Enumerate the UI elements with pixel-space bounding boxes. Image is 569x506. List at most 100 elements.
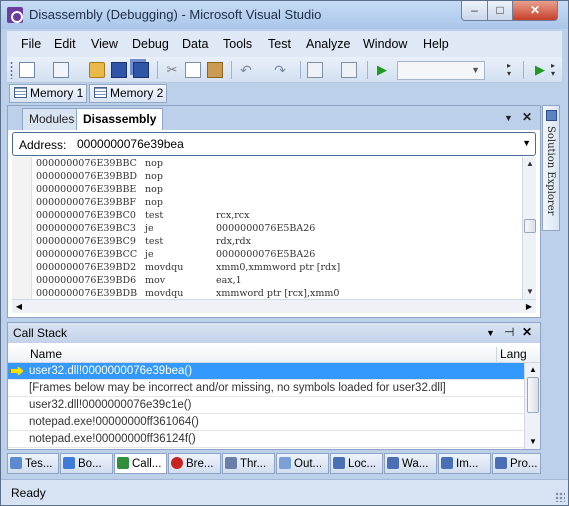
menu-view[interactable]: View	[91, 37, 118, 51]
address-input[interactable]	[73, 135, 518, 153]
toolbar-separator	[231, 61, 232, 79]
toolbar-grip[interactable]	[10, 61, 13, 79]
breakpoint-gutter[interactable]	[12, 157, 32, 299]
paste-icon[interactable]	[207, 62, 223, 78]
disassembly-panel: Modules Disassembly ▼ ✕ Address: ▼ 00000…	[7, 105, 541, 318]
call-stack-panel: Call Stack ▼ ⊣ ✕ Name Lang user32.dll!00…	[7, 322, 541, 450]
new-project-icon[interactable]	[19, 62, 35, 78]
toolbar-separator	[157, 61, 158, 79]
tab-label: Memory 1	[30, 86, 84, 100]
tab-label: Memory 2	[110, 86, 164, 100]
disassembly-code-view[interactable]: 0000000076E39BBC nop 0000000076E39BBD nop …	[12, 157, 522, 299]
threads-icon	[225, 457, 237, 469]
start-icon[interactable]: ▶	[374, 62, 390, 78]
navigate-forward-icon[interactable]	[341, 62, 357, 78]
call-stack-row[interactable]: [Frames below may be incorrect and/or mi…	[8, 380, 524, 397]
tab-threads[interactable]: Thr...	[222, 453, 275, 474]
locals-icon	[333, 457, 345, 469]
maximize-button[interactable]: □	[487, 1, 513, 21]
tab-bookmarks[interactable]: Bo...	[60, 453, 113, 474]
tab-immediate[interactable]: Im...	[438, 453, 491, 474]
tab-disassembly[interactable]: Disassembly	[76, 108, 164, 130]
save-all-icon[interactable]	[133, 62, 149, 78]
menu-file[interactable]: File	[21, 37, 41, 51]
watch-icon	[387, 457, 399, 469]
document-tab-strip: Modules Disassembly ▼ ✕	[8, 106, 540, 130]
scroll-down-icon[interactable]: ▼	[525, 435, 541, 449]
close-document-icon[interactable]: ✕	[522, 110, 532, 124]
undo-icon[interactable]: ↶	[238, 62, 254, 78]
column-header-name[interactable]: Name	[30, 347, 62, 361]
menu-window[interactable]: Window	[363, 37, 407, 51]
tab-properties[interactable]: Pro...	[492, 453, 541, 474]
menu-test[interactable]: Test	[268, 37, 291, 51]
frame-name: notepad.exe!00000000ff36124f()	[29, 433, 196, 445]
menu-analyze[interactable]: Analyze	[306, 37, 350, 51]
bookmarks-icon	[63, 457, 75, 469]
disassembly-vertical-scrollbar[interactable]: ▲ ▼	[522, 157, 536, 299]
menu-help[interactable]: Help	[423, 37, 449, 51]
call-stack-title-bar[interactable]: Call Stack ▼ ⊣ ✕	[8, 323, 540, 343]
menu-data[interactable]: Data	[182, 37, 208, 51]
call-stack-icon	[117, 457, 129, 469]
toolbar-overflow-icon[interactable]: ▸ ▾	[551, 62, 561, 78]
column-header-lang[interactable]: Lang	[496, 347, 527, 364]
scroll-right-icon[interactable]: ▶	[522, 300, 536, 314]
toolbar-separator	[300, 61, 301, 79]
visual-studio-icon	[7, 7, 23, 23]
tab-watch[interactable]: Wa...	[384, 453, 437, 474]
call-stack-row[interactable]: user32.dll!0000000076e39c1e()	[8, 397, 524, 414]
tool-window-tabs: Tes... Bo... Call... Bre... Thr... Out..…	[7, 453, 541, 476]
navigate-back-icon[interactable]	[307, 62, 323, 78]
tab-test-results[interactable]: Tes...	[7, 453, 59, 474]
minimize-button[interactable]: –	[461, 1, 488, 21]
redo-icon[interactable]: ↷	[272, 62, 288, 78]
toolbar-overflow-icon[interactable]: ▸ ▾	[507, 62, 517, 78]
address-label: Address:	[19, 138, 67, 152]
tab-locals[interactable]: Loc...	[330, 453, 383, 474]
call-stack-header: Name Lang	[8, 344, 540, 364]
tab-output[interactable]: Out...	[276, 453, 329, 474]
call-stack-row[interactable]: notepad.exe!00000000ff36124f()	[8, 431, 524, 448]
start-debugging-icon[interactable]: ▶	[532, 62, 548, 78]
open-icon[interactable]	[89, 62, 105, 78]
close-panel-icon[interactable]: ✕	[522, 325, 532, 339]
frame-name: [Frames below may be incorrect and/or mi…	[29, 382, 446, 394]
solution-configuration-combo[interactable]: ▼	[397, 61, 485, 80]
chevron-down-icon[interactable]: ▼	[522, 138, 531, 148]
disassembly-horizontal-scrollbar[interactable]: ◀ ▶	[12, 299, 536, 313]
copy-icon[interactable]	[185, 62, 201, 78]
scroll-up-icon[interactable]: ▲	[525, 363, 541, 377]
frame-name: user32.dll!0000000076e39bea()	[29, 365, 193, 377]
tab-call-stack[interactable]: Call...	[114, 453, 167, 474]
tab-modules[interactable]: Modules	[22, 108, 82, 130]
solution-explorer-icon	[546, 110, 557, 121]
call-stack-scrollbar[interactable]: ▲ ▼	[524, 363, 540, 449]
save-icon[interactable]	[111, 62, 127, 78]
window-title: Disassembly (Debugging) - Microsoft Visu…	[29, 7, 322, 22]
close-button[interactable]: ✕	[512, 1, 558, 21]
menu-debug[interactable]: Debug	[132, 37, 169, 51]
memory-window-tabs: Memory 1 Memory 2	[7, 83, 562, 105]
add-item-icon[interactable]	[53, 62, 69, 78]
scroll-thumb[interactable]	[524, 219, 536, 233]
auto-hide-pin-icon[interactable]: ⊣	[504, 325, 514, 339]
scroll-left-icon[interactable]: ◀	[12, 300, 26, 314]
resize-grip[interactable]	[555, 492, 565, 502]
window-position-dropdown-icon[interactable]: ▼	[486, 328, 495, 338]
solution-explorer-tab[interactable]: Solution Explorer	[542, 105, 560, 231]
cut-icon[interactable]: ✂	[164, 62, 180, 78]
tab-breakpoints[interactable]: Bre...	[168, 453, 221, 474]
scroll-down-icon[interactable]: ▼	[523, 285, 537, 299]
scroll-up-icon[interactable]: ▲	[523, 157, 537, 171]
call-stack-row[interactable]: notepad.exe!00000000ff361064()	[8, 414, 524, 431]
menu-tools[interactable]: Tools	[223, 37, 252, 51]
active-files-dropdown-icon[interactable]: ▼	[504, 113, 513, 123]
scroll-thumb[interactable]	[527, 377, 539, 413]
call-stack-row[interactable]: user32.dll!0000000076e39bea()	[8, 363, 524, 380]
tab-memory-1[interactable]: Memory 1	[9, 84, 88, 103]
menu-edit[interactable]: Edit	[54, 37, 76, 51]
title-bar[interactable]: Disassembly (Debugging) - Microsoft Visu…	[1, 1, 568, 29]
tab-memory-2[interactable]: Memory 2	[89, 84, 168, 103]
solution-explorer-label: Solution Explorer	[545, 126, 556, 216]
